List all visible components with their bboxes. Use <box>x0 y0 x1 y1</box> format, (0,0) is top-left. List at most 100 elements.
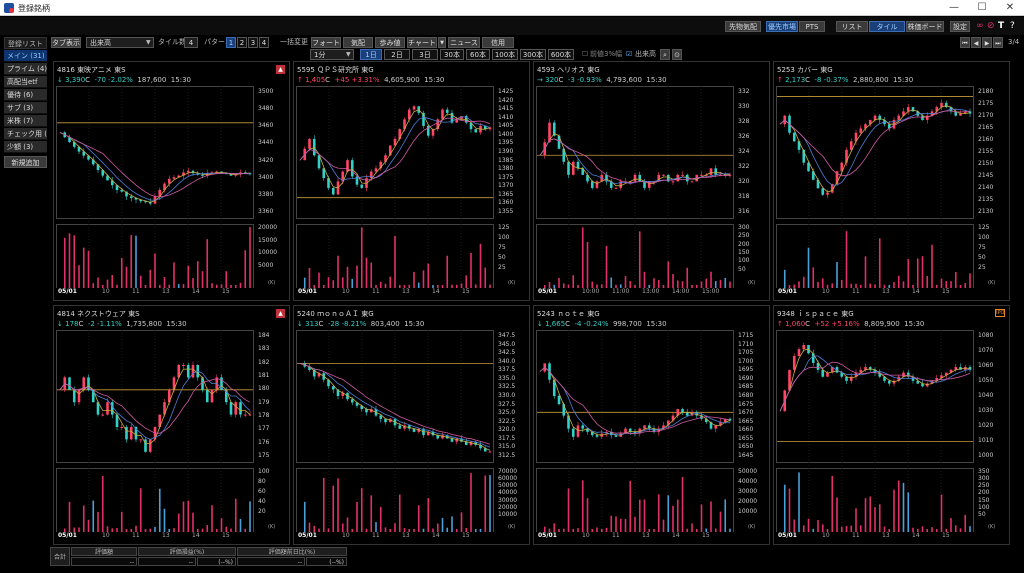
period-100-button[interactable]: 100本 <box>492 49 518 60</box>
tab-select-dropdown[interactable]: 出来高 <box>86 37 154 48</box>
pattern-4-button[interactable]: 4 <box>259 37 269 48</box>
news-button[interactable]: ニュース <box>448 37 480 48</box>
price-axis: 3500 3480 3460 3440 3420 3400 3380 3360 <box>256 86 290 216</box>
chart-tile[interactable]: 9348 ｉｓｐａｃｅ 東G ↑ 1,060C +52 +5.16% 8,809,… <box>773 305 1010 545</box>
price-chart[interactable] <box>536 86 734 288</box>
help-icon[interactable]: ? <box>1010 21 1015 32</box>
chart-tile[interactable]: 5243 ｎｏｔｅ 東G ↓ 1,665C -4 -0.24% 998,700 1… <box>533 305 770 545</box>
chart-tile[interactable]: 5595 ＱＰＳ研究所 東G ↑ 1,405C +45 +3.31% 4,605,… <box>293 61 530 301</box>
pattern-2-button[interactable]: 2 <box>237 37 247 48</box>
price-chart[interactable] <box>56 330 254 532</box>
volume-bar <box>360 227 363 288</box>
pattern-1-button[interactable]: 1 <box>226 37 236 48</box>
stock-market: 東G <box>820 66 833 74</box>
reset-icon[interactable]: ⊙ <box>672 49 682 60</box>
stock-title[interactable]: 9348 ｉｓｐａｃｅ 東G <box>777 309 854 319</box>
chart-button[interactable]: チャート <box>407 37 437 48</box>
period-30-button[interactable]: 30本 <box>440 49 464 60</box>
stock-title[interactable]: 5243 ｎｏｔｅ 東G <box>537 309 600 319</box>
close-icon[interactable]: ✕ <box>996 0 1024 16</box>
volume-bar <box>322 477 325 532</box>
volume-bar <box>182 501 185 532</box>
price-tick: 1355 <box>498 208 514 215</box>
list-view-button[interactable]: リスト <box>836 21 868 32</box>
last-page-icon[interactable]: ⏭ <box>993 37 1003 48</box>
period-2day-button[interactable]: 2日 <box>384 49 410 60</box>
volume-tick: 60 <box>258 488 266 495</box>
price-tick: 2145 <box>978 172 994 179</box>
tile-view-button[interactable]: タイル <box>869 21 905 32</box>
time-tick: 15 <box>222 532 230 539</box>
next-page-icon[interactable]: ▶ <box>982 37 992 48</box>
price-tick: 322 <box>738 163 750 170</box>
stock-title[interactable]: 5253 カバー 東G <box>777 65 833 75</box>
sidebar-item-high-dividend[interactable]: 高配当etf <box>4 76 47 88</box>
priority-market-button[interactable]: 優先市場 <box>766 21 798 32</box>
futures-button[interactable]: 先物気配 <box>725 21 761 32</box>
period-60-button[interactable]: 60本 <box>466 49 490 60</box>
period-3day-button[interactable]: 3日 <box>412 49 438 60</box>
chart-dropdown-icon[interactable]: ▼ <box>438 37 446 48</box>
chart-tile[interactable]: 4816 東映アニメ 東S ↓ 3,390C -70 -2.02% 187,600… <box>53 61 290 301</box>
sync-icon[interactable]: ⊘ <box>987 21 995 32</box>
interval-chevron-icon[interactable]: ▼ <box>346 49 351 60</box>
alert-icon[interactable]: ▲ <box>276 309 285 318</box>
chart-tile[interactable]: 5253 カバー 東G ↑ 2,173C -8 -0.37% 2,880,800 … <box>773 61 1010 301</box>
sidebar-item-us-stocks[interactable]: 米株 (7) <box>4 115 47 127</box>
sidebar-item-prime[interactable]: プライム (4) <box>4 63 47 75</box>
sidebar-item-main[interactable]: メイン (31) <box>4 50 47 62</box>
sidebar-item-perks[interactable]: 優待 (6) <box>4 89 47 101</box>
price-chart[interactable] <box>296 86 494 288</box>
text-size-icon[interactable]: T <box>998 21 1004 32</box>
chart-tile[interactable]: 5240 ｍｏｎｏＡＩ 東G ↓ 313C -28 -8.21% 803,400 … <box>293 305 530 545</box>
tab-display-button[interactable]: タブ表示 <box>51 37 81 48</box>
volume-bar <box>436 523 439 532</box>
price-tick: 316 <box>738 208 750 215</box>
link-icon[interactable]: ∞ <box>976 21 984 32</box>
stock-title[interactable]: 5240 ｍｏｎｏＡＩ 東G <box>297 309 374 319</box>
tile-count-select[interactable]: 4 <box>184 37 198 48</box>
minimize-icon[interactable]: — <box>940 0 968 16</box>
price-chart[interactable] <box>296 330 494 532</box>
fort-button[interactable]: フォート <box>311 37 341 48</box>
sidebar-item-sub[interactable]: サブ (3) <box>4 102 47 114</box>
price-chart[interactable] <box>776 86 974 288</box>
price-chart[interactable] <box>536 330 734 532</box>
price-flag: C <box>558 76 564 84</box>
pts-button[interactable]: PTS <box>799 21 825 32</box>
period-600-button[interactable]: 600本 <box>548 49 574 60</box>
stock-title[interactable]: 5595 ＱＰＳ研究所 東G <box>297 65 374 75</box>
chart-tile[interactable]: 4814 ネクストウェア 東S ↓ 178C -2 -1.11% 1,735,80… <box>53 305 290 545</box>
maximize-icon[interactable]: ☐ <box>968 0 996 16</box>
volume-bar <box>154 253 156 288</box>
prev-page-icon[interactable]: ◀ <box>971 37 981 48</box>
first-page-icon[interactable]: ⏮ <box>960 37 970 48</box>
period-1day-button[interactable]: 1日 <box>360 49 382 60</box>
volume-tick: 20000 <box>258 224 278 231</box>
volume-bar <box>812 267 815 288</box>
sidebar-item-check[interactable]: チェック用 ( <box>4 128 47 140</box>
stock-title[interactable]: 4816 東映アニメ 東S <box>57 65 126 75</box>
stock-board-button[interactable]: 株価ボード <box>906 21 944 32</box>
alert-icon[interactable]: ▲ <box>276 65 285 74</box>
prev-3pct-checkbox[interactable]: ☐ <box>582 49 588 60</box>
period-300-button[interactable]: 300本 <box>520 49 546 60</box>
margin-button[interactable]: 信用 <box>482 37 514 48</box>
quote-button[interactable]: 気配 <box>343 37 373 48</box>
volume-checkbox[interactable]: ☑ <box>626 49 632 60</box>
price-chart[interactable] <box>56 86 254 288</box>
stock-name: カバー <box>797 66 819 74</box>
chart-tile[interactable]: 4593 ヘリオス 東G → 320C -3 -0.93% 4,793,600 1… <box>533 61 770 301</box>
sidebar-item-small[interactable]: 少額 (3) <box>4 141 47 153</box>
stock-title[interactable]: 4814 ネクストウェア 東S <box>57 309 140 319</box>
price-tick: 175 <box>258 452 270 459</box>
add-list-button[interactable]: 新規追加 <box>4 156 47 168</box>
zoom-icon[interactable]: ⌕ <box>660 49 670 60</box>
pattern-3-button[interactable]: 3 <box>248 37 258 48</box>
settings-button[interactable]: 設定 <box>950 21 970 32</box>
stock-title[interactable]: 4593 ヘリオス 東G <box>537 65 600 75</box>
tick-button[interactable]: 歩み値 <box>375 37 405 48</box>
chevron-down-icon[interactable]: ▼ <box>146 37 151 48</box>
price-chart[interactable] <box>776 330 974 532</box>
price-tick: 1070 <box>978 347 994 354</box>
